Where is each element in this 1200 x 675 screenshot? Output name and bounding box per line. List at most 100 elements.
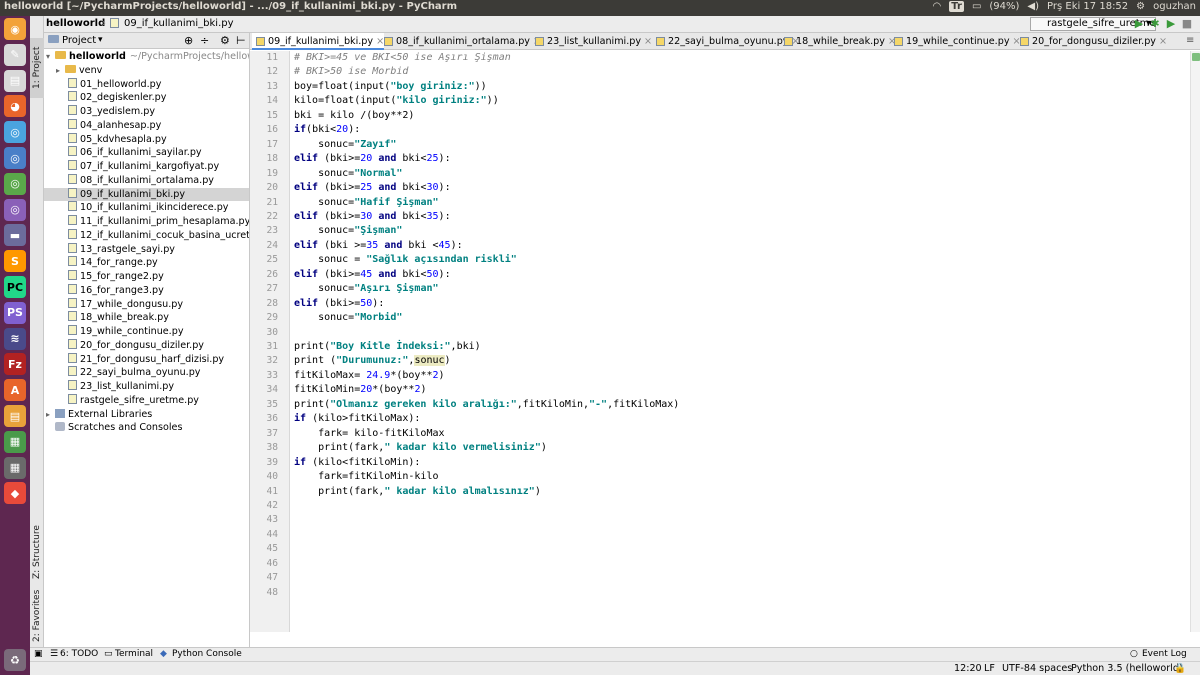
code-line[interactable]: elif (bki>=30 and bki<35): [294,210,451,224]
document-icon[interactable]: ▤ [4,405,26,427]
tree-file-item[interactable]: 23_list_kullanimi.py [44,380,249,394]
tree-file-item[interactable]: 02_degiskenler.py [44,91,249,105]
code-line[interactable]: sonuc="Normal" [294,167,402,181]
code-line[interactable]: elif (bki>=45 and bki<50): [294,268,451,282]
close-icon[interactable]: × [644,36,652,47]
code-line[interactable]: fitKiloMax= 24.9*(boy**2) [294,369,445,383]
tree-file-item[interactable]: 21_for_dongusu_harf_dizisi.py [44,352,249,367]
file-encoding[interactable]: UTF-8 [1002,663,1030,674]
chevron-down-icon[interactable]: ▾ [98,35,103,45]
installer-icon[interactable]: A [4,379,26,402]
chevron-right-icon[interactable]: ▸ [56,64,65,78]
tree-file-item[interactable]: 04_alanhesap.py [44,118,249,133]
code-line[interactable]: sonuc = "Sağlık açısından riskli" [294,253,517,267]
code-line[interactable]: fark=fitKiloMin-kilo [294,470,438,484]
code-line[interactable]: print("Boy Kitle İndeksi:",bki) [294,340,481,354]
tree-file-item[interactable]: 17_while_dongusu.py [44,297,249,312]
project-view-label[interactable]: Project [62,35,96,46]
editor-tab[interactable]: 20_for_dongusu_diziler.py × [1016,33,1167,50]
editor-tab[interactable]: 22_sayi_bulma_oyunu.py × [652,33,800,50]
layout-icon[interactable]: ▣ [34,649,43,659]
battery-level[interactable]: (94%) [989,1,1019,12]
todo-tool-button[interactable]: 6: TODO [60,649,98,659]
code-line[interactable]: # BKI>=45 ve BKI<50 ise Aşırı Şişman [294,51,511,65]
coverage-icon[interactable]: ▶ [1164,17,1178,31]
clock[interactable]: Prş Eki 17 18:52 [1047,1,1128,12]
tree-file-item[interactable]: 10_if_kullanimi_ikinciderece.py [44,201,249,215]
lock-icon[interactable]: 🔒 [1174,663,1186,674]
volume-icon[interactable]: ◀) [1027,1,1039,12]
tree-file-item[interactable]: 09_if_kullanimi_bki.py [44,187,249,202]
favorites-tool-tab[interactable]: 2: Favorites [30,588,44,644]
code-line[interactable]: print(fark," kadar kilo vermelisiniz") [294,441,547,455]
caret-position[interactable]: 12:20 [954,663,982,674]
firefox-icon[interactable]: ◕ [4,95,26,118]
tree-external-libraries[interactable]: ▸ External Libraries [44,408,249,422]
phpstorm-icon[interactable]: PS [4,301,26,324]
pycharm-icon[interactable]: PC [4,276,26,298]
calculator-icon[interactable]: ▦ [4,456,26,479]
tree-folder-venv[interactable]: ▸ venv [44,64,249,78]
git-icon[interactable]: ◆ [4,482,26,505]
structure-tool-tab[interactable]: Z: Structure [30,521,44,583]
editor-tab[interactable]: 23_list_kullanimi.py × [531,33,652,50]
code-line[interactable]: kilo=float(input("kilo giriniz:")) [294,94,499,108]
tree-file-item[interactable]: 13_rastgele_sayi.py [44,242,249,257]
breadcrumb-project[interactable]: helloworld [46,18,105,29]
trash-icon[interactable]: ♻ [4,649,26,671]
close-icon[interactable]: × [1159,36,1167,47]
code-line[interactable]: bki = kilo /(boy**2) [294,109,414,123]
code-line[interactable]: elif (bki>=25 and bki<30): [294,181,451,195]
tree-file-item[interactable]: 12_if_kullanimi_cocuk_basina_ucret_hes [44,228,249,243]
indent-setting[interactable]: 4 spaces [1030,663,1072,674]
editor-tab[interactable]: 18_while_break.py × [780,33,896,50]
chrome-icon[interactable]: ◎ [4,121,26,144]
code-line[interactable]: # BKI>50 ise Morbid [294,65,408,79]
tree-file-item[interactable]: 15_for_range2.py [44,270,249,284]
tree-file-item[interactable]: 22_sayi_bulma_oyunu.py [44,366,249,380]
tree-file-item[interactable]: 14_for_range.py [44,256,249,270]
tree-file-item[interactable]: 18_while_break.py [44,311,249,325]
code-line[interactable]: print ("Durumunuz:",sonuc) [294,354,451,368]
tree-file-item[interactable]: 20_for_dongusu_diziler.py [44,338,249,353]
tree-scratches-consoles[interactable]: Scratches and Consoles [44,421,249,435]
code-editor[interactable]: # BKI>=45 ve BKI<50 ise Aşırı Şişman # BK… [290,51,1190,632]
editor-scrollbar[interactable] [1190,51,1200,632]
tree-file-item[interactable]: 16_for_range3.py [44,283,249,298]
hide-panel-icon[interactable]: ⊢ [236,34,246,47]
locate-icon[interactable]: ⊕ [184,34,193,47]
tree-file-item[interactable]: 08_if_kullanimi_ortalama.py [44,173,249,188]
run-icon[interactable]: ▶ [1132,17,1146,31]
tree-file-item[interactable]: rastgele_sifre_uretme.py [44,393,249,408]
chevron-down-icon[interactable]: ▾ [46,50,55,64]
event-log-tool-button[interactable]: Event Log [1142,649,1187,659]
search-icon[interactable]: ⌕ [1196,17,1200,31]
code-line[interactable]: if(bki<20): [294,123,360,137]
terminal-tool-button[interactable]: Terminal [115,649,153,659]
code-line[interactable]: if (kilo>fitKiloMax): [294,412,420,426]
code-line[interactable]: print(fark," kadar kilo almalısınız") [294,485,541,499]
green-app-icon[interactable]: ◎ [4,172,26,195]
tree-file-item[interactable]: 01_helloworld.py [44,77,249,92]
editor-tab[interactable]: 19_while_continue.py × [890,33,1021,50]
line-separator[interactable]: LF [984,663,995,674]
python-interpreter[interactable]: Python 3.5 (helloworld) [1071,663,1183,674]
user-name[interactable]: oguzhan [1153,1,1196,12]
code-line[interactable]: fitKiloMin=20*(boy**2) [294,383,427,397]
sublime-icon[interactable]: S [4,250,26,273]
purple-app-icon[interactable]: ◎ [4,198,26,221]
code-line[interactable]: print("Olmanız gereken kilo aralığı:",fi… [294,398,679,412]
files-icon[interactable]: ▤ [4,69,26,92]
code-line[interactable]: if (kilo<fitKiloMin): [294,456,420,470]
settings-gear-icon[interactable]: ⚙ [1136,1,1145,12]
keyboard-layout-badge[interactable]: Tr [949,1,964,12]
tree-file-item[interactable]: 05_kdvhesapla.py [44,132,249,147]
battery-icon[interactable]: ▭ [972,1,981,12]
code-line[interactable]: sonuc="Hafif Şişman" [294,196,438,210]
gear-icon[interactable]: ⚙ [220,34,230,47]
tree-file-item[interactable]: 03_yedislem.py [44,105,249,119]
code-line[interactable]: elif (bki >=35 and bki <45): [294,239,463,253]
code-line[interactable]: sonuc="Aşırı Şişman" [294,282,438,296]
breadcrumb-file[interactable]: 09_if_kullanimi_bki.py [124,18,234,29]
code-line[interactable]: elif (bki>=20 and bki<25): [294,152,451,166]
